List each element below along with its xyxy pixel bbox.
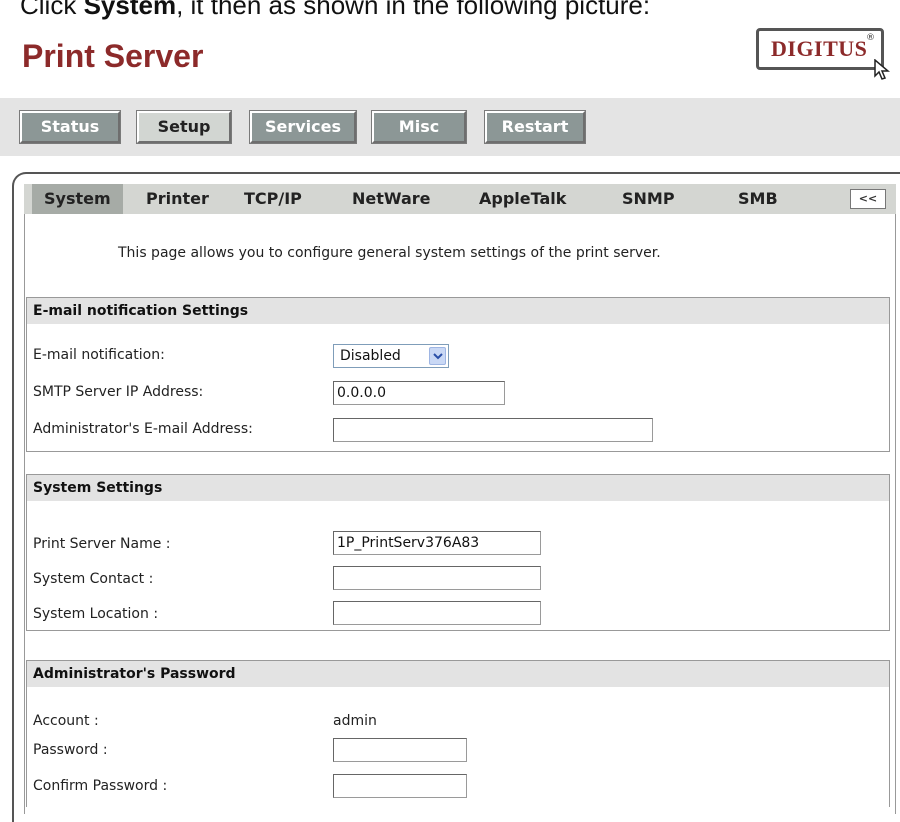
system-location-input[interactable] (333, 601, 541, 625)
nav-restart-button[interactable]: Restart (484, 110, 586, 144)
password-section-header: Administrator's Password (27, 661, 889, 687)
confirm-password-input[interactable] (333, 774, 467, 798)
email-settings-section: E-mail notification Settings E-mail noti… (26, 297, 890, 452)
tab-printer[interactable]: Printer (146, 184, 209, 214)
caption-post: , it then as shown in the following pict… (176, 0, 651, 20)
instruction-caption: Click System, it then as shown in the fo… (20, 0, 650, 21)
intro-text: This page allows you to configure genera… (118, 245, 661, 261)
password-input[interactable] (333, 738, 467, 762)
tab-snmp[interactable]: SNMP (622, 184, 675, 214)
smtp-server-input[interactable]: 0.0.0.0 (333, 381, 505, 405)
email-notification-value: Disabled (340, 348, 401, 364)
nav-setup-button[interactable]: Setup (136, 110, 232, 144)
password-label: Password : (33, 742, 108, 758)
caption-bold: System (83, 0, 177, 20)
nav-status-button[interactable]: Status (19, 110, 121, 144)
system-section-header: System Settings (27, 475, 889, 501)
nav-services-button[interactable]: Services (249, 110, 357, 144)
account-label: Account : (33, 713, 99, 729)
caption-pre: Click (20, 0, 84, 20)
logo-registered-mark: ® (866, 33, 875, 43)
logo-text: DIGITUS (771, 36, 868, 61)
smtp-server-label: SMTP Server IP Address: (33, 384, 204, 400)
tab-system[interactable]: System (32, 184, 123, 214)
mouse-cursor-icon (874, 59, 891, 80)
nav-misc-button[interactable]: Misc (371, 110, 467, 144)
print-server-name-input[interactable]: 1P_PrintServ376A83 (333, 531, 541, 555)
tab-smb[interactable]: SMB (738, 184, 778, 214)
admin-email-input[interactable] (333, 418, 653, 442)
tab-appletalk[interactable]: AppleTalk (479, 184, 566, 214)
admin-email-label: Administrator's E-mail Address: (33, 421, 253, 437)
page-title: Print Server (22, 38, 204, 74)
email-section-header: E-mail notification Settings (27, 298, 889, 324)
email-notification-label: E-mail notification: (33, 347, 165, 363)
confirm-password-label: Confirm Password : (33, 778, 168, 794)
system-contact-input[interactable] (333, 566, 541, 590)
system-location-label: System Location : (33, 606, 159, 622)
account-value: admin (333, 713, 377, 729)
system-settings-section: System Settings Print Server Name : 1P_P… (26, 474, 890, 631)
chevron-down-icon[interactable] (429, 347, 446, 365)
print-server-name-label: Print Server Name : (33, 536, 171, 552)
tab-tcpip[interactable]: TCP/IP (244, 184, 302, 214)
email-notification-select[interactable]: Disabled (333, 344, 449, 368)
tab-netware[interactable]: NetWare (352, 184, 431, 214)
tab-scroll-left-button[interactable]: << (850, 189, 886, 209)
digitus-logo: DIGITUS ® (756, 28, 891, 80)
admin-password-section: Administrator's Password Account : admin… (26, 660, 890, 807)
system-contact-label: System Contact : (33, 571, 154, 587)
